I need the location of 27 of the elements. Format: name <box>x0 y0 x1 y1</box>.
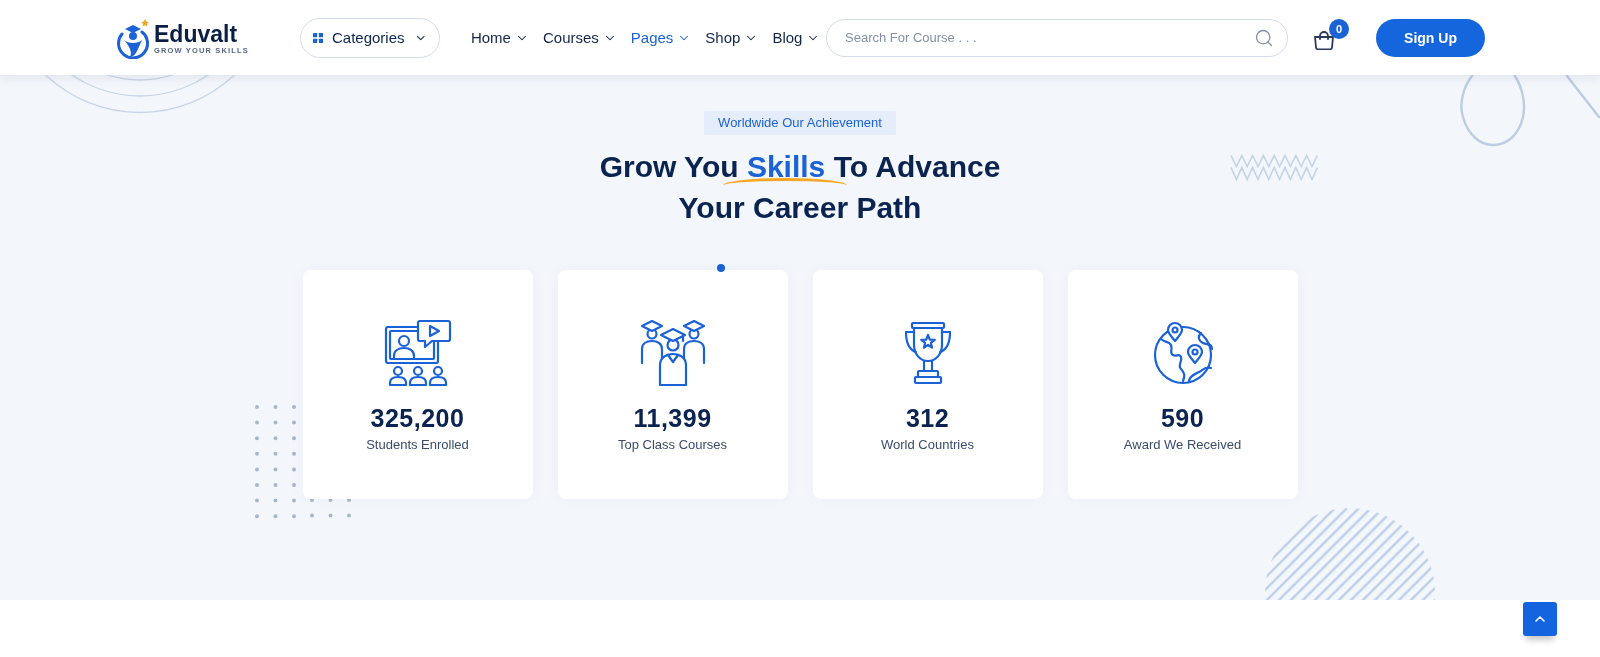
stat-label: Top Class Courses <box>617 436 728 454</box>
stat-value: 312 <box>905 403 950 433</box>
search-field[interactable]: Search For Course . . . <box>826 18 1288 57</box>
nav-link[interactable]: Pages <box>630 29 692 46</box>
stat-label: Award We Received <box>1123 436 1242 454</box>
categories-button[interactable]: Categories <box>299 17 440 58</box>
stat-label: World Countries <box>881 436 974 454</box>
logo-icon[interactable] <box>115 18 151 59</box>
nav-link[interactable]: Blog <box>772 29 821 46</box>
sign-up-button[interactable]: Sign Up <box>1376 18 1485 57</box>
logo-name[interactable]: Eduvalt <box>154 22 238 46</box>
scroll-top-button[interactable] <box>1523 602 1557 636</box>
section-tag: Worldwide Our Achievement <box>704 111 896 135</box>
stat-value: 590 <box>1160 403 1205 433</box>
cart-count: 0 <box>1329 19 1349 39</box>
stat-value: 325,200 <box>370 403 465 433</box>
search-icon[interactable] <box>1254 27 1274 48</box>
nav-link[interactable]: Home <box>470 29 529 46</box>
shopping-bag-icon[interactable] <box>1313 31 1335 50</box>
grid-icon <box>312 31 323 44</box>
nav-link[interactable]: Courses <box>542 29 617 46</box>
stat-label: Students Enrolled <box>366 436 469 454</box>
stat-value: 11,399 <box>633 403 712 433</box>
classroom-video-icon <box>383 319 452 387</box>
nav-link[interactable]: Shop <box>705 29 759 46</box>
graduates-icon <box>638 319 707 387</box>
dot-icon <box>716 264 725 272</box>
